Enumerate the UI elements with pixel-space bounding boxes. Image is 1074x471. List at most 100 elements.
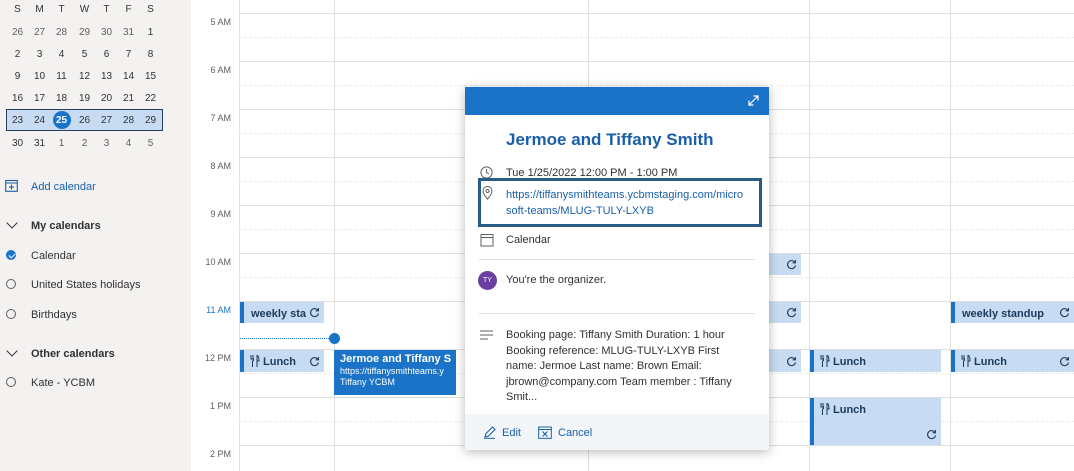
- calendar-checkbox[interactable]: [6, 279, 16, 289]
- cancel-button[interactable]: Cancel: [558, 427, 592, 439]
- time-label: 6 AM: [210, 65, 231, 75]
- mini-day[interactable]: 2: [6, 49, 29, 60]
- event-lunch[interactable]: Lunch: [810, 350, 941, 372]
- mini-day[interactable]: 31: [117, 27, 140, 38]
- mini-day[interactable]: 3: [28, 49, 51, 60]
- calendar-item-us-holidays[interactable]: United States holidays: [31, 279, 140, 291]
- calendar-checkbox[interactable]: [6, 250, 16, 260]
- chevron-down-icon[interactable]: [6, 345, 18, 357]
- mini-day[interactable]: 27: [95, 115, 118, 126]
- expand-icon[interactable]: [747, 94, 760, 107]
- event-lunch[interactable]: Lunch: [951, 350, 1074, 372]
- mini-day[interactable]: 9: [6, 71, 29, 82]
- chevron-down-icon[interactable]: [6, 217, 18, 229]
- mini-day[interactable]: 6: [95, 49, 118, 60]
- add-calendar-link[interactable]: Add calendar: [31, 181, 96, 193]
- time-label: 8 AM: [210, 161, 231, 171]
- mini-day[interactable]: 30: [95, 27, 118, 38]
- weekday-header: W: [79, 4, 90, 15]
- event-weekly-standup[interactable]: weekly standup: [951, 302, 1074, 323]
- time-label: 5 AM: [210, 17, 231, 27]
- mini-day[interactable]: 30: [6, 138, 29, 149]
- event-partial[interactable]: [769, 302, 801, 323]
- recurring-icon: [786, 307, 797, 318]
- mini-day[interactable]: 16: [6, 93, 29, 104]
- mini-day[interactable]: 2: [73, 138, 96, 149]
- event-selected-booking[interactable]: Jermoe and Tiffany S https://tiffanysmit…: [334, 350, 456, 395]
- calendar-item-kate-ycbm[interactable]: Kate - YCBM: [31, 377, 95, 389]
- mini-day[interactable]: 14: [117, 71, 140, 82]
- mini-day[interactable]: 1: [50, 138, 73, 149]
- event-title: weekly standup: [962, 308, 1044, 320]
- event-title: Lunch: [833, 404, 866, 416]
- recurring-icon: [786, 356, 797, 367]
- add-calendar-icon[interactable]: [5, 179, 18, 192]
- mini-day[interactable]: 15: [139, 71, 162, 82]
- weekday-header: S: [147, 4, 154, 15]
- my-calendars-header[interactable]: My calendars: [31, 220, 101, 232]
- mini-day[interactable]: 10: [28, 71, 51, 82]
- calendar-checkbox[interactable]: [6, 377, 16, 387]
- mini-day[interactable]: 5: [73, 49, 96, 60]
- mini-day[interactable]: 28: [117, 115, 140, 126]
- event-calendar-name: Calendar: [506, 234, 551, 246]
- mini-day[interactable]: 20: [95, 93, 118, 104]
- mini-day[interactable]: 29: [73, 27, 96, 38]
- half-hour-line: [239, 85, 1074, 86]
- mini-day[interactable]: 17: [28, 93, 51, 104]
- fork-knife-icon: [820, 403, 830, 415]
- mini-day-today[interactable]: 25: [50, 115, 73, 126]
- mini-day[interactable]: 11: [50, 71, 73, 82]
- hour-line: [239, 13, 1074, 14]
- event-lunch[interactable]: Lunch: [240, 350, 324, 372]
- mini-day[interactable]: 8: [139, 49, 162, 60]
- mini-day[interactable]: 29: [139, 115, 162, 126]
- edit-icon[interactable]: [483, 426, 496, 439]
- calendar-checkbox[interactable]: [6, 309, 16, 319]
- event-partial[interactable]: [769, 254, 801, 275]
- mini-day[interactable]: 21: [117, 93, 140, 104]
- mini-day[interactable]: 27: [28, 27, 51, 38]
- mini-day[interactable]: 7: [117, 49, 140, 60]
- mini-day[interactable]: 3: [95, 138, 118, 149]
- time-label: 9 AM: [210, 209, 231, 219]
- time-label: 7 AM: [210, 113, 231, 123]
- mini-day[interactable]: 1: [139, 27, 162, 38]
- mini-day[interactable]: 4: [117, 138, 140, 149]
- cancel-icon[interactable]: [538, 426, 552, 439]
- mini-day[interactable]: 28: [50, 27, 73, 38]
- edit-button[interactable]: Edit: [502, 427, 521, 439]
- calendar-item-birthdays[interactable]: Birthdays: [31, 309, 77, 321]
- mini-day[interactable]: 26: [6, 27, 29, 38]
- location-link[interactable]: https://tiffanysmithteams.ycbmstaging.co…: [506, 187, 746, 219]
- mini-day[interactable]: 26: [73, 115, 96, 126]
- mini-day[interactable]: 23: [6, 115, 29, 126]
- location-pin-icon: [482, 186, 493, 200]
- calendar-item-calendar[interactable]: Calendar: [31, 250, 76, 262]
- event-lunch[interactable]: Lunch: [810, 398, 941, 445]
- mini-day[interactable]: 13: [95, 71, 118, 82]
- half-hour-line: [239, 37, 1074, 38]
- calendar-icon: [480, 233, 494, 247]
- mini-day[interactable]: 22: [139, 93, 162, 104]
- weekday-header: T: [58, 4, 65, 15]
- mini-day[interactable]: 12: [73, 71, 96, 82]
- event-title: Jermoe and Tiffany S: [340, 353, 452, 365]
- other-calendars-header[interactable]: Other calendars: [31, 348, 115, 360]
- event-partial[interactable]: [769, 350, 801, 372]
- mini-day[interactable]: 19: [73, 93, 96, 104]
- mini-day[interactable]: 18: [50, 93, 73, 104]
- weekday-header: T: [103, 4, 110, 15]
- mini-day[interactable]: 5: [139, 138, 162, 149]
- time-label: 12 PM: [204, 353, 231, 363]
- mini-day[interactable]: 31: [28, 138, 51, 149]
- weekday-header: F: [125, 4, 132, 15]
- mini-day[interactable]: 24: [28, 115, 51, 126]
- event-weekly-standup[interactable]: weekly sta: [240, 302, 324, 323]
- recurring-icon: [309, 356, 320, 367]
- day-column-divider: [239, 0, 240, 471]
- recurring-icon: [309, 307, 320, 318]
- event-details-popup: Jermoe and Tiffany Smith Tue 1/25/2022 1…: [465, 87, 769, 450]
- mini-day[interactable]: 4: [50, 49, 73, 60]
- event-title: weekly sta: [251, 308, 307, 320]
